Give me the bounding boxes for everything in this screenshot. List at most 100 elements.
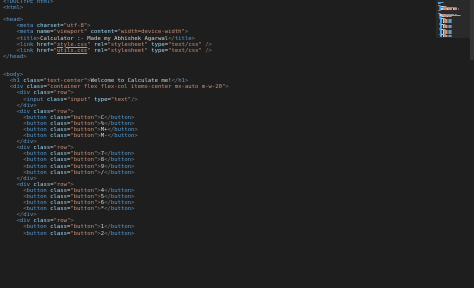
code-token: style.css: [56, 41, 88, 48]
minimap-line: [450, 36, 452, 38]
code-token: >: [70, 108, 74, 115]
code-token: class: [50, 206, 68, 213]
code-token: "viewport": [53, 29, 91, 36]
code-token: "button": [70, 206, 98, 213]
code-token: title: [174, 35, 192, 42]
code-token: class: [50, 133, 68, 140]
code-token: button: [26, 200, 51, 207]
code-token: "row": [53, 90, 71, 97]
code-token: head: [6, 17, 20, 24]
code-token: </: [104, 187, 111, 194]
minimap[interactable]: [436, 0, 474, 288]
code-token: button: [26, 230, 51, 237]
code-token: />: [205, 47, 212, 54]
code-token: rel: [94, 47, 105, 54]
code-token: Calculator :- Made my Abhishek Agarwal: [40, 35, 169, 42]
code-token: >: [131, 206, 135, 213]
code-token: </: [104, 206, 111, 213]
code-token: >: [131, 224, 135, 231]
code-token: >: [19, 17, 24, 24]
code-token: head: [9, 53, 24, 60]
minimap-line: [457, 9, 459, 11]
code-token: </: [104, 230, 111, 237]
minimap-line: [450, 21, 452, 23]
code-token: class: [26, 84, 44, 91]
code-token: class: [33, 90, 51, 97]
code-token: meta: [19, 23, 37, 30]
code-token: type: [151, 41, 165, 48]
code-token: >: [225, 84, 229, 91]
code-token: type: [93, 96, 108, 103]
code-token: >: [70, 145, 74, 152]
code-token: button: [110, 151, 132, 158]
code-token: >: [33, 175, 37, 182]
code-token: class: [50, 230, 68, 237]
code-token: </: [104, 151, 111, 158]
code-token: div: [23, 212, 34, 219]
code-token: class: [50, 200, 68, 207]
code-token: "button": [70, 187, 98, 194]
scrollbar-thumb[interactable]: [470, 0, 474, 60]
code-token: >: [87, 23, 91, 30]
code-token: button: [26, 187, 51, 194]
code-token: button: [26, 120, 51, 127]
code-token: >: [19, 72, 24, 79]
code-token: title: [19, 35, 37, 42]
code-line: <link href="utils.css" rel="stylesheet" …: [3, 48, 229, 54]
code-token: </: [104, 194, 111, 200]
code-token: "button": [70, 126, 98, 133]
code-token: class: [33, 145, 51, 152]
code-token: div: [19, 90, 34, 97]
code-token: >: [131, 200, 135, 207]
code-token: button: [26, 157, 51, 164]
code-token: button: [114, 126, 135, 133]
code-token: "button": [70, 157, 98, 164]
code-token: </: [104, 163, 111, 170]
code-token: html: [6, 5, 20, 12]
code-token: Welcome to Calculate me!: [90, 78, 172, 85]
code-token: input: [26, 96, 47, 103]
code-token: "button": [70, 224, 98, 231]
code-token: button: [110, 187, 132, 194]
code-token: </: [3, 53, 10, 60]
code-token: >: [134, 133, 138, 140]
code-lines[interactable]: <!DOCTYPE html> <html> <head> <meta charse…: [3, 0, 229, 237]
code-token: type: [151, 47, 165, 54]
code-token: button: [110, 157, 132, 164]
code-editor[interactable]: <!DOCTYPE html> <html> <head> <meta charse…: [0, 0, 432, 288]
code-token: button: [110, 194, 132, 200]
code-token: class: [33, 218, 51, 225]
code-token: div: [19, 145, 34, 152]
code-token: link: [19, 47, 37, 54]
code-token: >: [184, 78, 189, 85]
code-token: button: [110, 169, 132, 176]
code-token: </: [104, 157, 111, 164]
code-token: class: [50, 163, 68, 170]
code-token: >: [184, 29, 189, 36]
code-token: </: [104, 169, 111, 176]
code-token: class: [33, 181, 51, 188]
code-token: "stylesheet": [107, 41, 152, 48]
code-token: charset: [36, 23, 61, 30]
code-token: button: [26, 224, 51, 231]
vertical-scrollbar[interactable]: [470, 0, 474, 288]
code-token: class: [50, 169, 68, 176]
code-token: button: [110, 206, 132, 213]
code-token: class: [50, 120, 68, 127]
